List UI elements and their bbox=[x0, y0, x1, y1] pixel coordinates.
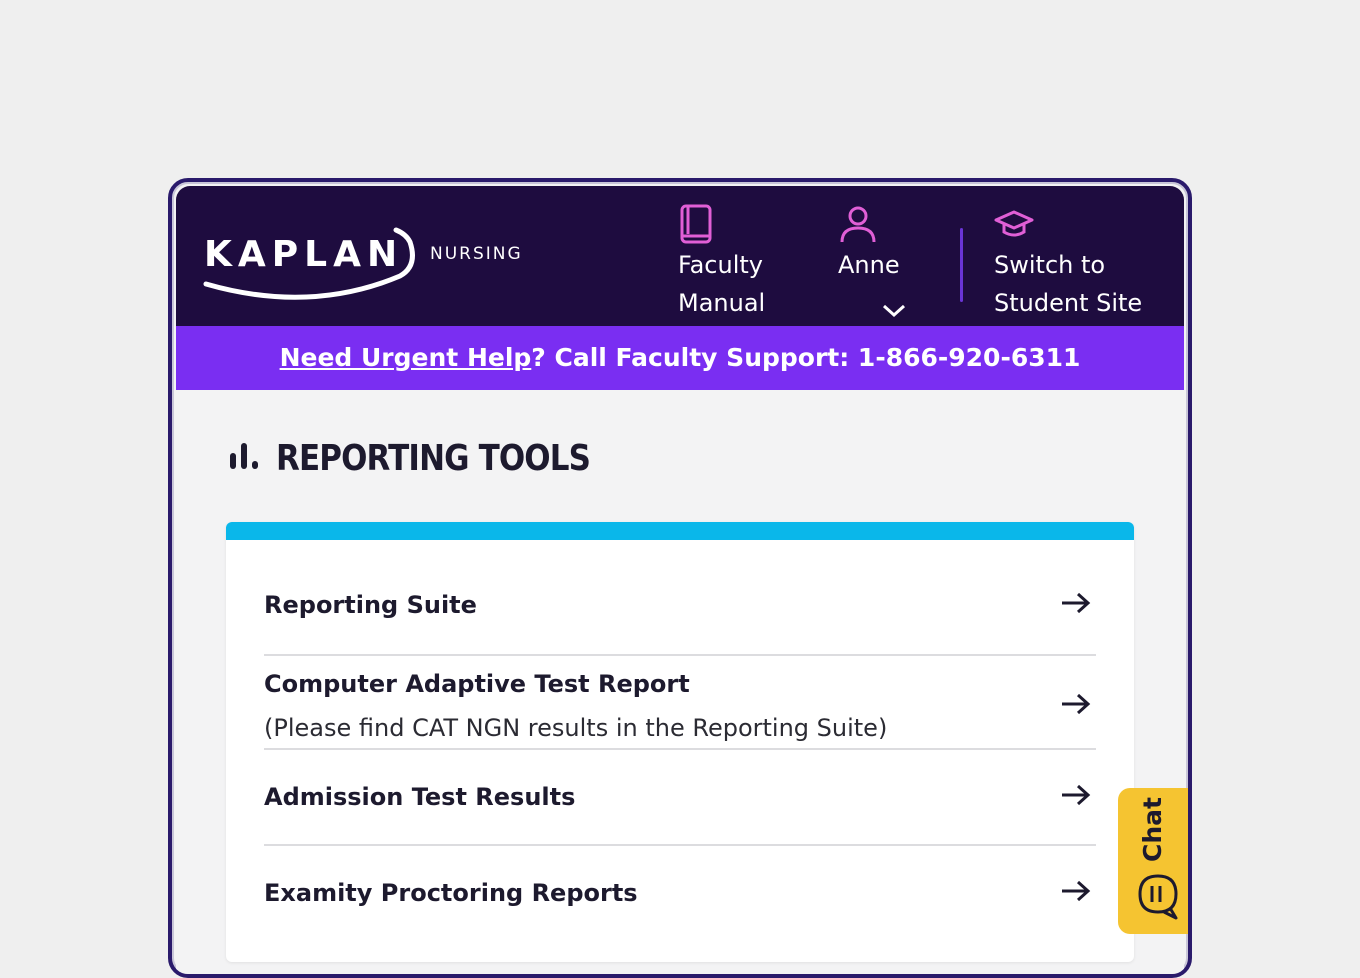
chat-button[interactable]: Chat bbox=[1118, 788, 1188, 934]
switch-line1: Switch to bbox=[994, 251, 1106, 279]
section-title-text: REPORTING TOOLS bbox=[276, 438, 591, 479]
arrow-right-icon bbox=[1060, 879, 1092, 908]
list-item-label: Admission Test Results bbox=[264, 783, 576, 811]
bar-chart-icon bbox=[228, 441, 262, 476]
faculty-manual-line2: Manual bbox=[678, 289, 766, 317]
nav-divider bbox=[960, 228, 963, 302]
chat-bubble-icon bbox=[1136, 872, 1180, 925]
list-item-admission-test-results[interactable]: Admission Test Results bbox=[264, 762, 1096, 832]
switch-line2: Student Site bbox=[994, 289, 1143, 317]
user-name: Anne bbox=[838, 251, 900, 279]
row-divider bbox=[264, 654, 1096, 656]
chat-label: Chat bbox=[1138, 797, 1167, 862]
list-item-text: Computer Adaptive Test Report (Please fi… bbox=[264, 670, 887, 742]
book-icon bbox=[678, 204, 765, 246]
urgent-help-banner: Need Urgent Help? Call Faculty Support: … bbox=[176, 326, 1184, 390]
kaplan-logo[interactable]: KAPLAN bbox=[200, 222, 420, 302]
chevron-down-icon[interactable] bbox=[882, 292, 906, 330]
row-divider bbox=[264, 748, 1096, 750]
switch-to-student-site-link[interactable]: Switch to Student Site bbox=[994, 204, 1142, 322]
faculty-support-text: ? Call Faculty Support: 1-866-920-6311 bbox=[531, 343, 1081, 372]
reporting-tools-card: Reporting Suite Computer Adaptive Test R… bbox=[226, 522, 1134, 962]
graduation-cap-icon bbox=[994, 204, 1142, 246]
arrow-right-icon bbox=[1060, 591, 1092, 620]
list-item-examity-reports[interactable]: Examity Proctoring Reports bbox=[264, 858, 1096, 928]
main-content: REPORTING TOOLS Reporting Suite Computer… bbox=[176, 390, 1184, 974]
user-icon bbox=[838, 204, 900, 246]
logo-wordmark: KAPLAN bbox=[204, 234, 404, 275]
faculty-manual-link[interactable]: Faculty Manual bbox=[678, 204, 765, 322]
list-item-label: Reporting Suite bbox=[264, 591, 477, 619]
list-item-label: Computer Adaptive Test Report bbox=[264, 670, 690, 698]
brand-subtitle: NURSING bbox=[430, 244, 523, 264]
urgent-help-link[interactable]: Need Urgent Help bbox=[280, 343, 532, 372]
list-item-subtext: (Please find CAT NGN results in the Repo… bbox=[264, 714, 888, 742]
arrow-right-icon bbox=[1060, 783, 1092, 812]
faculty-manual-line1: Faculty bbox=[678, 251, 763, 279]
list-item-cat-report[interactable]: Computer Adaptive Test Report (Please fi… bbox=[264, 662, 1096, 750]
row-divider bbox=[264, 844, 1096, 846]
header: KAPLAN NURSING Faculty Manual Anne Switc… bbox=[176, 186, 1184, 326]
app-frame: KAPLAN NURSING Faculty Manual Anne Switc… bbox=[168, 178, 1192, 978]
list-item-reporting-suite[interactable]: Reporting Suite bbox=[264, 570, 1096, 640]
card-accent-bar bbox=[226, 522, 1134, 540]
list-item-label: Examity Proctoring Reports bbox=[264, 879, 638, 907]
user-menu[interactable]: Anne bbox=[838, 204, 906, 318]
arrow-right-icon bbox=[1060, 692, 1092, 721]
page-title: REPORTING TOOLS bbox=[228, 438, 641, 479]
